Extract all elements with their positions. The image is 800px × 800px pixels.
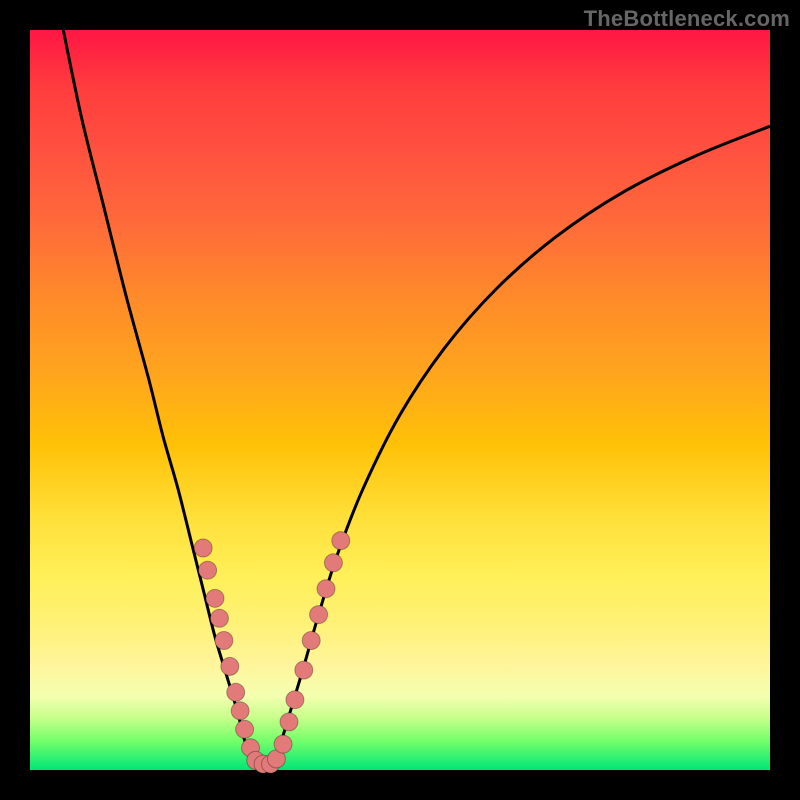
- curve-left-branch: [63, 30, 252, 763]
- watermark-text: TheBottleneck.com: [584, 6, 790, 32]
- marker-dot: [231, 702, 249, 720]
- marker-group: [194, 532, 350, 773]
- marker-dot: [324, 554, 342, 572]
- curve-right-branch: [274, 126, 770, 762]
- marker-dot: [317, 580, 335, 598]
- marker-dot: [280, 713, 298, 731]
- marker-dot: [215, 632, 233, 650]
- marker-dot: [302, 632, 320, 650]
- chart-svg: [30, 30, 770, 770]
- marker-dot: [286, 691, 304, 709]
- marker-dot: [194, 539, 212, 557]
- marker-dot: [332, 532, 350, 550]
- chart-frame: TheBottleneck.com: [0, 0, 800, 800]
- marker-dot: [210, 609, 228, 627]
- marker-dot: [227, 683, 245, 701]
- marker-dot: [199, 561, 217, 579]
- marker-dot: [274, 735, 292, 753]
- marker-dot: [236, 720, 254, 738]
- marker-dot: [310, 606, 328, 624]
- marker-dot: [206, 589, 224, 607]
- plot-area: [30, 30, 770, 770]
- marker-dot: [295, 661, 313, 679]
- marker-dot: [221, 657, 239, 675]
